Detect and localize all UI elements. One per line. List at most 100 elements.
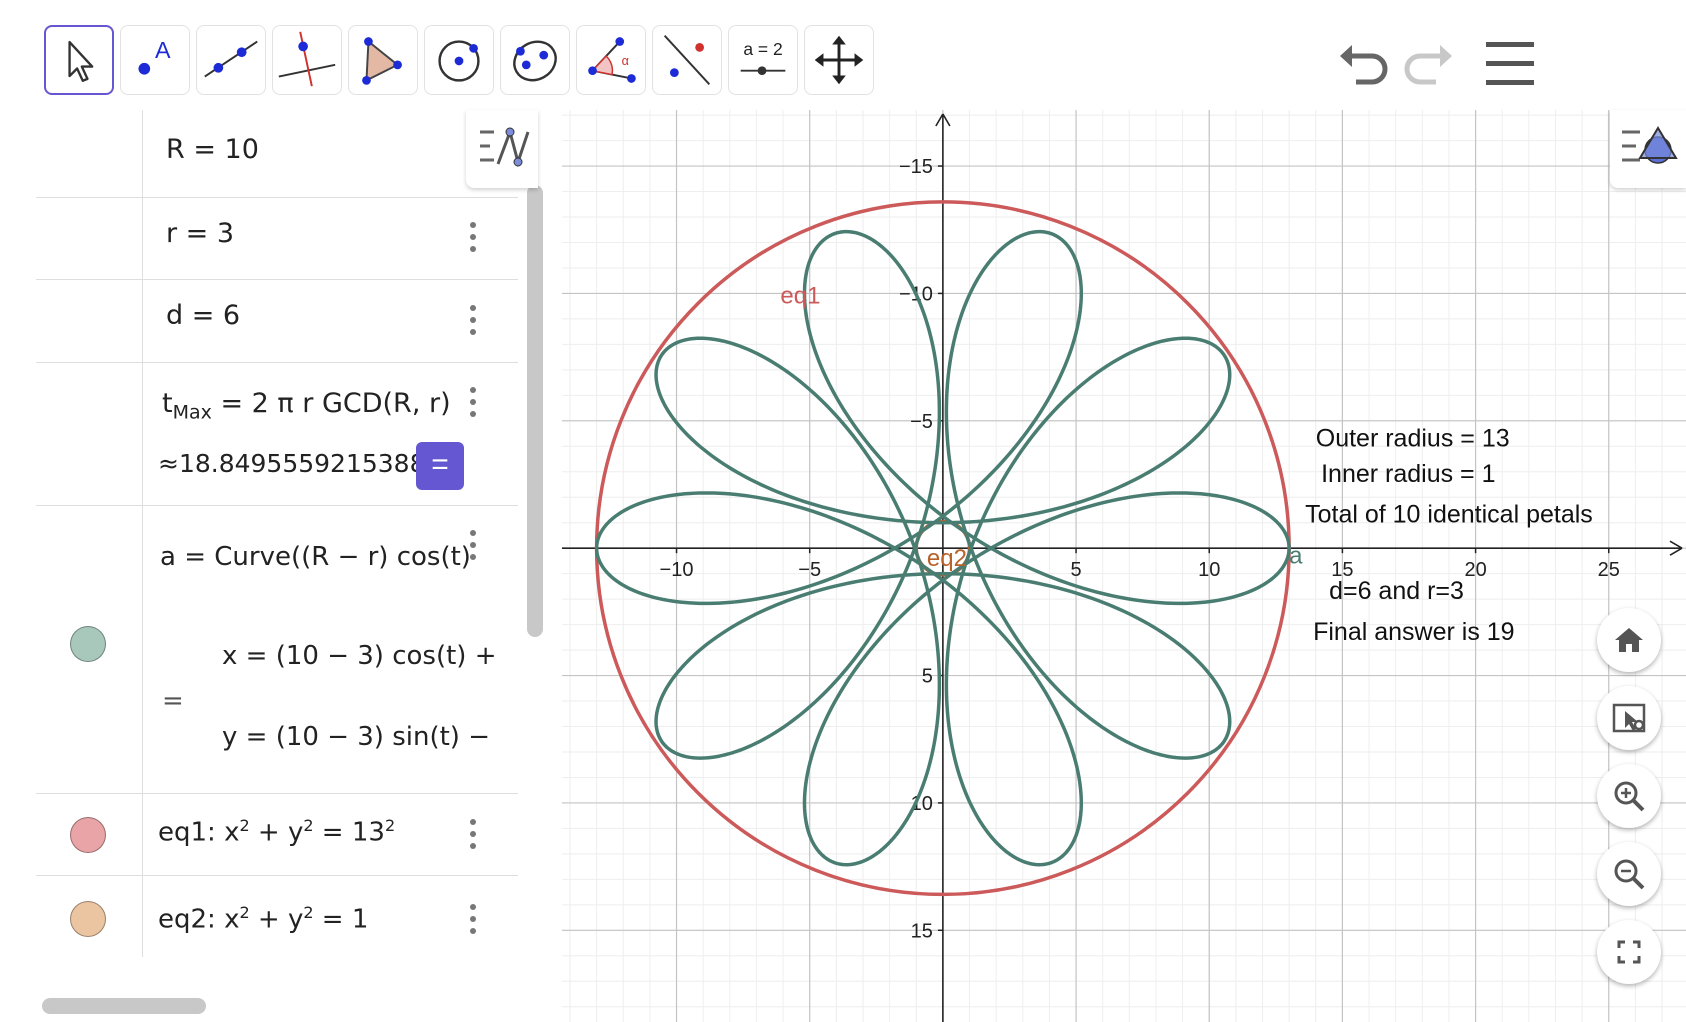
- eq1-prefix: eq1: x: [158, 817, 240, 848]
- algebra-row-d[interactable]: d = 6: [36, 280, 518, 363]
- equals-sign: =: [162, 686, 184, 716]
- x-tick-label: 5: [1070, 559, 1081, 581]
- expression-R[interactable]: R = 10: [166, 134, 259, 165]
- x-tick-label: −5: [798, 559, 821, 581]
- point-tool-button[interactable]: A: [120, 25, 190, 95]
- zoom-out-icon: [1614, 859, 1645, 890]
- algebra-view-toggle[interactable]: [466, 110, 538, 188]
- row-marker: [36, 280, 143, 362]
- algebra-row-r[interactable]: r = 3: [36, 198, 518, 280]
- main-menu-button[interactable]: [1482, 36, 1538, 92]
- expression-eq1[interactable]: eq1: x2 + y2 = 132: [158, 816, 395, 848]
- annotation-text: d=6 and r=3: [1329, 577, 1464, 605]
- redo-button[interactable]: [1400, 36, 1456, 92]
- visibility-toggle-a[interactable]: [70, 626, 106, 662]
- slider-tool-button[interactable]: a = 2: [728, 25, 798, 95]
- circle-center-point-icon: [438, 40, 480, 82]
- zoom-in-icon: [1614, 781, 1645, 812]
- x-tick-label: −10: [660, 559, 694, 581]
- toolbar: A α a = 2: [36, 14, 1686, 111]
- eq2-part: + y: [249, 904, 304, 935]
- eq2-prefix: eq2: x: [158, 904, 240, 935]
- label-a: a: [1289, 542, 1303, 569]
- y-tick-label: 15: [911, 920, 933, 942]
- point-icon: A: [138, 37, 171, 75]
- zoom-out-button[interactable]: [1597, 842, 1661, 906]
- expression-d[interactable]: d = 6: [166, 300, 240, 331]
- visibility-toggle-eq2[interactable]: [70, 901, 106, 937]
- expression-a-definition[interactable]: a = Curve((R − r) cos(t): [160, 542, 471, 572]
- ellipse-tool-button[interactable]: [500, 25, 570, 95]
- more-options-icon[interactable]: [470, 305, 476, 339]
- circle-tool-button[interactable]: [424, 25, 494, 95]
- annotation-text: Final answer is 19: [1313, 618, 1514, 646]
- more-options-icon[interactable]: [470, 819, 476, 853]
- graphics-canvas[interactable]: −10 −5 5 10 15 20 2515105−5−10−15eq1eq2 aOuter …: [562, 110, 1686, 1022]
- curve-y-equation: y = (10 − 3) sin(t) −: [222, 722, 490, 752]
- reflect-tool-button[interactable]: [652, 25, 722, 95]
- algebra-row-R[interactable]: R = 10: [36, 110, 518, 198]
- row-marker: [36, 363, 143, 505]
- algebra-row-eq2[interactable]: eq2: x2 + y2 = 1: [36, 876, 518, 957]
- home-button[interactable]: [1597, 608, 1661, 672]
- move-tool-button[interactable]: [44, 25, 114, 95]
- tmax-value: ≈18.8495559215388: [158, 449, 426, 478]
- polygon-icon: [362, 37, 402, 85]
- x-tick-label: 10: [1198, 559, 1220, 581]
- more-options-icon[interactable]: [470, 530, 476, 564]
- undo-icon: [1340, 45, 1388, 85]
- perpendicular-tool-button[interactable]: [272, 25, 342, 95]
- algebra-vertical-scrollbar[interactable]: [527, 185, 543, 637]
- more-options-icon[interactable]: [470, 904, 476, 938]
- y-tick-label: −15: [899, 156, 933, 178]
- algebra-row-tmax[interactable]: tMax = 2 π r GCD(R, r) ≈18.8495559215388…: [36, 363, 518, 506]
- expression-tmax[interactable]: tMax = 2 π r GCD(R, r): [162, 388, 451, 423]
- redo-icon: [1404, 45, 1452, 85]
- expression-r[interactable]: r = 3: [166, 218, 234, 249]
- polygon-tool-button[interactable]: [348, 25, 418, 95]
- home-icon: [1615, 628, 1643, 652]
- graphics-view[interactable]: −10 −5 5 10 15 20 25 15 10 5 −5 −10 −15 eq1 eq2 a Outer …: [562, 110, 1686, 1022]
- algebra-graph-icon: [480, 127, 530, 168]
- perpendicular-line-icon: [278, 31, 336, 87]
- row-marker: [36, 110, 143, 197]
- algebra-row-a[interactable]: a = Curve((R − r) cos(t) = x = (10 − 3) …: [36, 506, 518, 794]
- annotation-text: Outer radius = 13: [1316, 424, 1510, 452]
- graphics-style-toggle[interactable]: [1610, 110, 1686, 188]
- slider-tool-label: a = 2: [743, 39, 782, 59]
- x-tick-label: 20: [1464, 559, 1486, 581]
- eq1-rhs: = 13: [313, 817, 385, 848]
- line-tool-button[interactable]: [196, 25, 266, 95]
- tmax-rhs: = 2 π r GCD(R, r): [220, 388, 451, 419]
- algebra-horizontal-scrollbar[interactable]: [42, 998, 206, 1014]
- more-options-icon[interactable]: [470, 222, 476, 256]
- eq1-sup: 2: [239, 816, 250, 835]
- eq2-rhs: = 1: [313, 904, 369, 935]
- zoom-in-button[interactable]: [1597, 764, 1661, 828]
- eq1-sup: 2: [384, 816, 396, 835]
- angle-tool-button[interactable]: α: [576, 25, 646, 95]
- select-objects-icon: [1612, 703, 1646, 733]
- reflect-about-line-icon: [663, 35, 711, 85]
- eq1-part: + y: [249, 817, 304, 848]
- label-eq1: eq1: [780, 283, 820, 310]
- tmax-lhs: t: [162, 388, 173, 419]
- more-options-icon[interactable]: [470, 387, 476, 421]
- visibility-toggle-eq1[interactable]: [70, 817, 106, 853]
- select-objects-button[interactable]: [1597, 686, 1661, 750]
- algebra-row-eq1[interactable]: eq1: x2 + y2 = 132: [36, 794, 518, 876]
- expression-eq2[interactable]: eq2: x2 + y2 = 1: [158, 903, 368, 935]
- angle-icon: α: [588, 37, 636, 83]
- angle-tool-label: α: [622, 54, 629, 68]
- fullscreen-button[interactable]: [1597, 920, 1661, 984]
- annotation-text: Total of 10 identical petals: [1305, 501, 1593, 529]
- toggle-value-button[interactable]: =: [416, 442, 464, 490]
- undo-button[interactable]: [1336, 36, 1392, 92]
- ellipse-icon: [513, 40, 557, 82]
- line-icon: [204, 40, 258, 78]
- slider-icon: a = 2: [740, 39, 786, 76]
- move-graphics-view-button[interactable]: [804, 25, 874, 95]
- row-marker: [36, 198, 143, 279]
- tmax-subscript: Max: [172, 401, 212, 424]
- menu-icon: [1486, 42, 1534, 85]
